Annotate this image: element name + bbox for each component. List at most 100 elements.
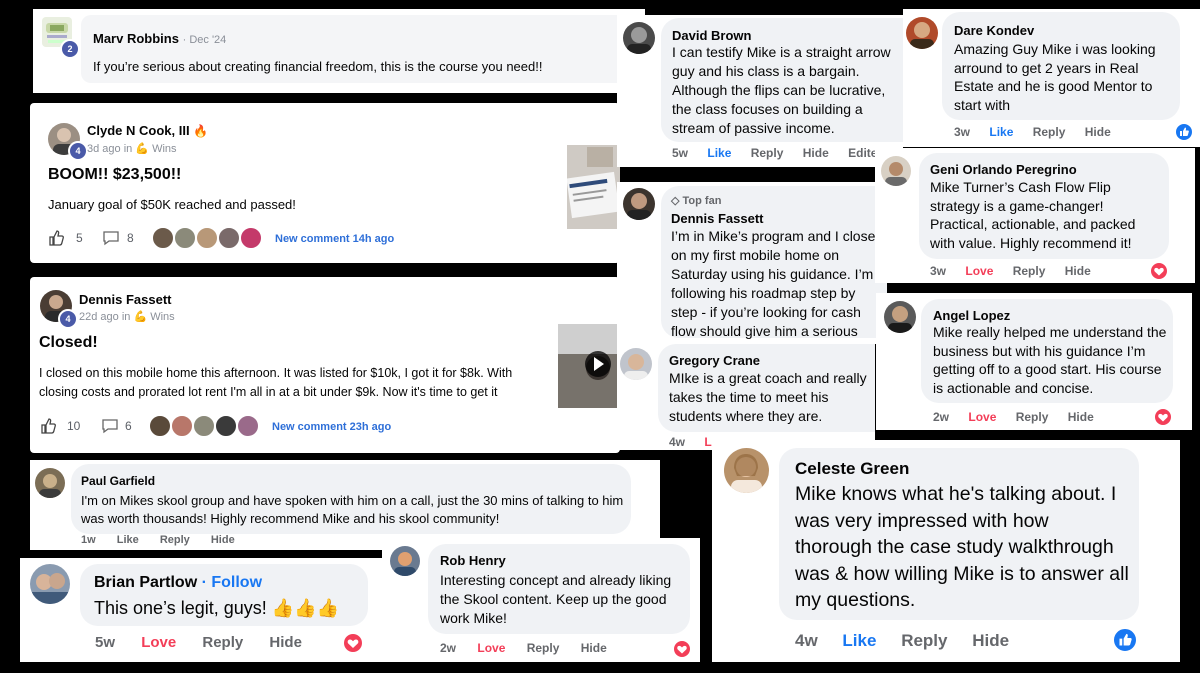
thumbs-up-icon[interactable] [40, 418, 56, 437]
avatar[interactable] [884, 301, 916, 333]
comment-icon[interactable] [101, 418, 119, 437]
avatar[interactable] [881, 156, 911, 186]
avatar[interactable] [620, 348, 652, 380]
person-avatar-icon [731, 454, 762, 493]
person-avatar-icon [627, 193, 651, 220]
new-comment-link[interactable]: New comment 14h ago [275, 233, 394, 245]
new-comment-link[interactable]: New comment 23h ago [272, 421, 391, 433]
love-button[interactable]: Love [965, 264, 993, 278]
avatar[interactable] [174, 227, 196, 249]
avatar[interactable] [724, 448, 769, 493]
level-badge: 4 [58, 309, 78, 329]
thumbs-up-icon[interactable] [48, 230, 64, 249]
avatar[interactable] [623, 22, 655, 54]
post-image-thumbnail[interactable] [566, 145, 620, 229]
comment-time: 3w [930, 264, 947, 278]
reply-button[interactable]: Reply [901, 631, 947, 650]
person-avatar-icon [885, 162, 907, 186]
avatar[interactable] [30, 564, 70, 604]
avatar[interactable] [623, 188, 655, 220]
avatar[interactable] [152, 227, 174, 249]
hide-button[interactable]: Hide [211, 534, 235, 546]
david-comment-card: David Brown I can testify Mike is a stra… [617, 15, 903, 167]
fire-emoji: 🔥 [193, 124, 209, 138]
avatar[interactable] [193, 415, 215, 437]
like-count: 5 [76, 231, 83, 245]
avatar[interactable] [215, 415, 237, 437]
like-button[interactable]: Like [842, 631, 876, 650]
author-name[interactable]: Gregory Crane [669, 353, 760, 368]
author-name[interactable]: David Brown [672, 28, 751, 43]
like-reaction-icon[interactable] [1112, 627, 1138, 653]
level-badge: 4 [68, 141, 88, 161]
author-name[interactable]: Dare Kondev [954, 23, 1034, 38]
avatar[interactable] [171, 415, 193, 437]
reply-button[interactable]: Reply [751, 146, 784, 160]
comment-icon[interactable] [102, 230, 120, 249]
heart-reaction-icon[interactable] [672, 639, 692, 659]
love-button[interactable]: Love [477, 641, 505, 655]
comment-bubble: Angel Lopez Mike really helped me unders… [921, 299, 1173, 403]
avatar[interactable] [149, 415, 171, 437]
heart-reaction-icon[interactable] [1153, 407, 1173, 427]
hide-button[interactable]: Hide [1085, 125, 1111, 139]
reply-button[interactable]: Reply [527, 641, 560, 655]
hide-button[interactable]: Hide [269, 634, 302, 651]
comment-text: Interesting concept and already liking t… [440, 572, 672, 626]
reply-button[interactable]: Reply [1013, 264, 1046, 278]
author-name[interactable]: Celeste Green [795, 459, 909, 479]
hide-button[interactable]: Hide [1065, 264, 1091, 278]
hide-button[interactable]: Hide [803, 146, 829, 160]
post-title: BOOM!! $23,500!! [48, 166, 182, 183]
avatar[interactable] [35, 468, 65, 498]
comment-bubble: Geni Orlando Peregrino Mike Turner’s Cas… [919, 153, 1169, 259]
author-name[interactable]: Marv Robbins [93, 31, 179, 46]
like-reaction-icon[interactable] [1174, 122, 1194, 142]
post-category[interactable]: Wins [150, 311, 174, 323]
post-video-thumbnail[interactable] [558, 324, 620, 408]
comment-time: 3w [954, 125, 971, 139]
author-name[interactable]: Brian Partlow [94, 574, 197, 591]
author-name[interactable]: Paul Garfield [81, 474, 155, 488]
reply-button[interactable]: Reply [1016, 410, 1049, 424]
comment-time: 5w [672, 146, 689, 160]
like-button[interactable]: Like [117, 534, 139, 546]
avatar[interactable] [390, 546, 420, 576]
avatar[interactable] [906, 17, 938, 49]
reply-button[interactable]: Reply [202, 634, 243, 651]
post-category[interactable]: Wins [152, 143, 176, 155]
author-name[interactable]: Geni Orlando Peregrino [930, 162, 1077, 177]
comment-text: MIke is a great coach and really takes t… [669, 370, 867, 424]
like-button[interactable]: Like [989, 125, 1013, 139]
comment-time: 2w [440, 641, 457, 655]
reply-button[interactable]: Reply [1033, 125, 1066, 139]
avatar[interactable] [237, 415, 259, 437]
love-button[interactable]: Love [141, 634, 176, 651]
comment-bubble: Dare Kondev Amazing Guy Mike i was looki… [942, 12, 1180, 120]
follow-button[interactable]: · Follow [202, 574, 262, 591]
comment-bubble: Gregory Crane MIke is a great coach and … [658, 344, 875, 432]
hide-button[interactable]: Hide [581, 641, 607, 655]
comment-count: 6 [125, 419, 132, 433]
avatar[interactable] [196, 227, 218, 249]
reply-button[interactable]: Reply [160, 534, 190, 546]
avatar[interactable] [240, 227, 262, 249]
avatar[interactable] [218, 227, 240, 249]
author-name[interactable]: Angel Lopez [933, 308, 1010, 323]
love-button[interactable]: Love [968, 410, 996, 424]
love-button-partial[interactable]: L [704, 435, 711, 449]
hide-button[interactable]: Hide [972, 631, 1009, 650]
author-name[interactable]: Dennis Fassett [671, 211, 763, 226]
like-button[interactable]: Like [707, 146, 731, 160]
author-name[interactable]: Dennis Fassett [79, 292, 171, 307]
comment-time: 1w [81, 534, 96, 546]
heart-reaction-icon[interactable] [1149, 261, 1169, 281]
comment-bubble: David Brown I can testify Mike is a stra… [661, 18, 903, 142]
hide-button[interactable]: Hide [1068, 410, 1094, 424]
author-name[interactable]: Rob Henry [440, 553, 506, 568]
level-badge: 2 [60, 39, 80, 59]
author-name[interactable]: Clyde N Cook, III [87, 123, 190, 138]
dennis-fb-comment-card: ◇ Top fan Dennis Fassett I’m in Mike’s p… [617, 182, 887, 344]
heart-reaction-icon[interactable] [342, 632, 364, 654]
comment-text: Mike knows what he's talking about. I wa… [795, 483, 1129, 611]
